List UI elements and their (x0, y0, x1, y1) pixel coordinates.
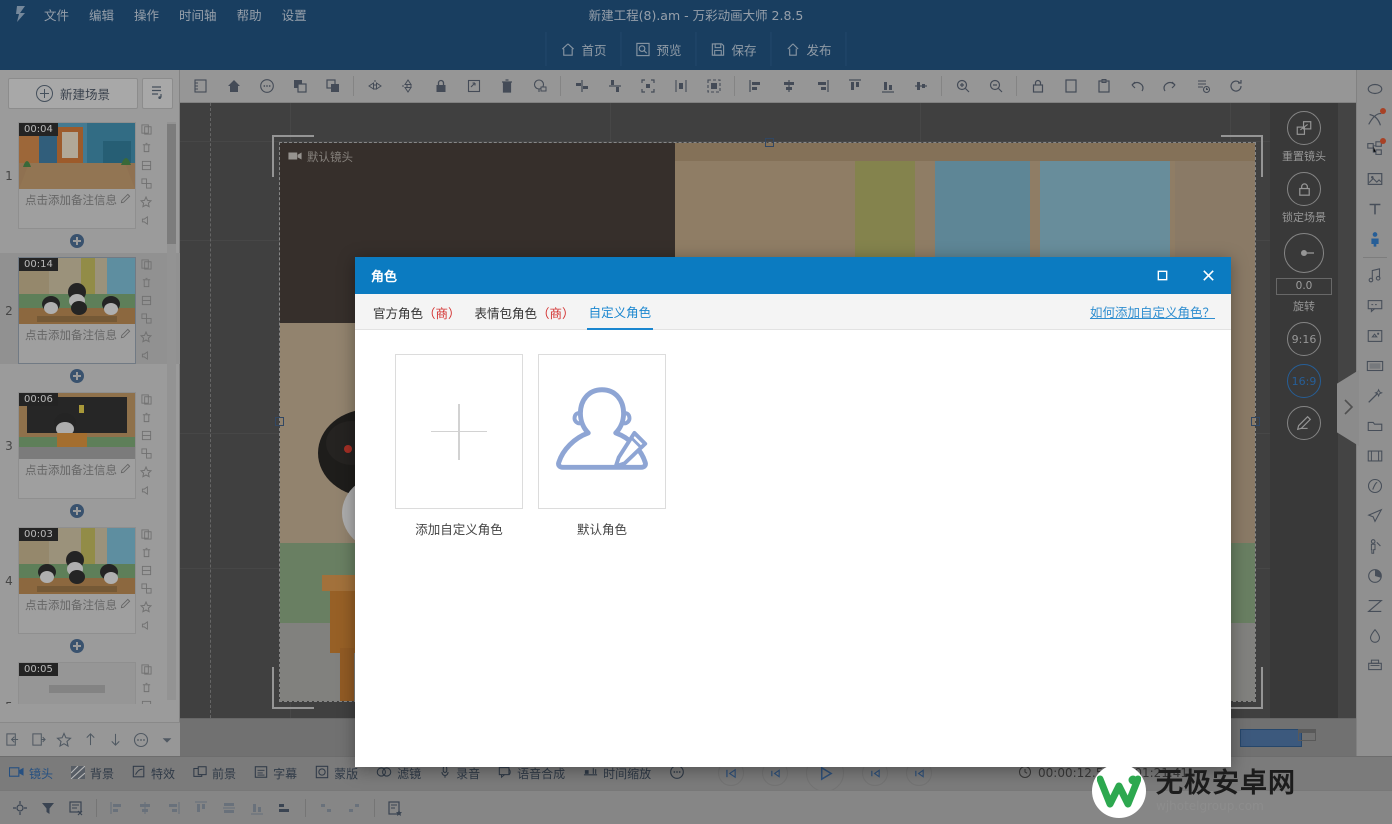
add-custom-character-box[interactable] (395, 354, 523, 509)
default-character-label: 默认角色 (576, 522, 627, 537)
dialog-title-bar: 角色 (355, 257, 1231, 294)
character-dialog: 角色 官方角色（商） 表情包角色（商） 自定义角色 如何添加自定义角色？ 添加自… (355, 257, 1231, 767)
add-custom-character-card[interactable]: 添加自定义角色 (395, 354, 523, 538)
tab-official-paid-mark: （商） (423, 306, 461, 321)
tab-custom-characters[interactable]: 自定义角色 (586, 293, 654, 330)
dialog-title-text: 角色 (371, 270, 398, 285)
tab-official-label: 官方角色 (373, 306, 424, 321)
tab-custom-label: 自定义角色 (588, 305, 652, 320)
application-window: 文件 编辑 操作 时间轴 帮助 设置 新建工程(8).am - 万彩动画大师 2… (0, 0, 1392, 824)
tab-emoji-label: 表情包角色 (474, 306, 538, 321)
how-to-add-custom-character-link[interactable]: 如何添加自定义角色？ (1090, 302, 1215, 321)
dialog-window-buttons (1139, 257, 1231, 294)
watermark-sub-text: wjhotelgroup.com (1156, 799, 1264, 814)
tab-emoji-paid-mark: （商） (537, 306, 575, 321)
dialog-tabs: 官方角色（商） 表情包角色（商） 自定义角色 如何添加自定义角色？ (355, 294, 1231, 330)
default-character-card[interactable]: 默认角色 (538, 354, 666, 538)
person-edit-icon (548, 376, 656, 487)
watermark-main-text: 无极安卓网 (1156, 767, 1296, 799)
close-icon[interactable] (1185, 257, 1231, 294)
plus-icon (431, 403, 487, 460)
tab-official-characters[interactable]: 官方角色（商） (371, 294, 463, 329)
watermark-text: 无极安卓网 wjhotelgroup.com (1156, 767, 1296, 814)
default-character-box[interactable] (538, 354, 666, 509)
character-grid: 添加自定义角色 默认角色 (355, 330, 1231, 538)
watermark: 无极安卓网 wjhotelgroup.com (1078, 762, 1384, 820)
watermark-logo-icon (1092, 764, 1146, 818)
maximize-icon[interactable] (1139, 257, 1185, 294)
tab-emoji-characters[interactable]: 表情包角色（商） (473, 294, 577, 329)
add-custom-character-label: 添加自定义角色 (415, 522, 503, 537)
